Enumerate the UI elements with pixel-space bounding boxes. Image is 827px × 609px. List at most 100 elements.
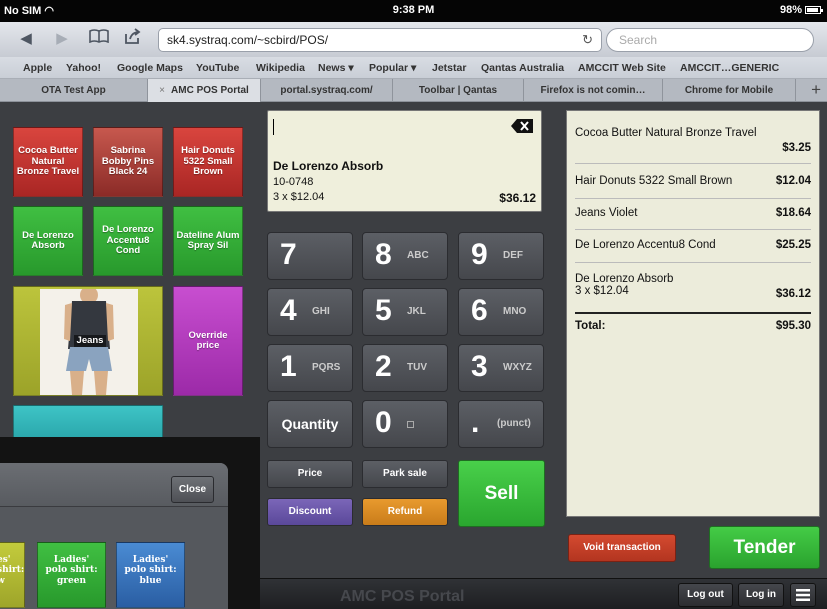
product-cocoa-butter[interactable]: Cocoa Butter Natural Bronze Travel: [13, 127, 83, 197]
bookmark-qantas[interactable]: Qantas Australia: [481, 62, 564, 74]
tab-toolbar-qantas[interactable]: Toolbar | Qantas: [393, 79, 524, 102]
bookmark-news[interactable]: News ▾: [318, 62, 354, 74]
tab-close-icon[interactable]: ×: [159, 85, 165, 96]
bookmark-wikipedia[interactable]: Wikipedia: [256, 62, 305, 74]
tab-amc-pos-portal[interactable]: × AMC POS Portal: [148, 79, 261, 102]
product-bobby-pins[interactable]: Sabrina Bobby Pins Black 24: [93, 127, 163, 197]
total-rule: [575, 312, 811, 314]
bookmark-popular[interactable]: Popular ▾: [369, 62, 416, 74]
product-de-lorenzo-absorb[interactable]: De Lorenzo Absorb: [13, 206, 83, 276]
receipt-item-name: Jeans Violet: [575, 207, 638, 219]
key-9[interactable]: 9 DEF: [458, 232, 544, 280]
key-5[interactable]: 5 JKL: [362, 288, 448, 336]
key-letters: JKL: [407, 306, 426, 317]
forward-icon[interactable]: ▶: [52, 28, 72, 50]
receipt-line[interactable]: De Lorenzo Accentu8 Cond $25.25: [575, 239, 811, 251]
bookmark-yahoo[interactable]: Yahoo!: [66, 62, 101, 74]
bookmarks-icon[interactable]: [88, 28, 110, 50]
key-letters: ABC: [407, 250, 429, 261]
status-bar: No SIM ◠ 9:38 PM 98%: [0, 0, 827, 22]
key-digit: 8: [375, 238, 392, 271]
tender-button[interactable]: Tender: [709, 526, 820, 569]
bookmark-amccit-generic[interactable]: AMCCIT…GENERIC: [680, 62, 779, 74]
clock: 9:38 PM: [392, 4, 435, 16]
refund-button[interactable]: Refund: [362, 498, 448, 526]
receipt-item-price: $18.64: [775, 207, 811, 219]
reload-icon[interactable]: ↻: [582, 32, 593, 48]
divider: [575, 262, 811, 263]
receipt-item-price: $12.04: [775, 175, 811, 187]
receipt-item-name: De Lorenzo Absorb: [575, 273, 674, 285]
receipt-item-price: $3.25: [782, 142, 811, 154]
void-transaction-button[interactable]: Void transaction: [568, 534, 676, 562]
receipt-item-name: De Lorenzo Accentu8 Cond: [575, 239, 716, 251]
url-text: sk4.systraq.com/~scbird/POS/: [167, 33, 329, 47]
tab-portal-systraq[interactable]: portal.systraq.com/: [261, 79, 393, 102]
product-hair-donuts[interactable]: Hair Donuts 5322 Small Brown: [173, 127, 243, 197]
login-button[interactable]: Log in: [738, 583, 784, 607]
receipt-panel: Cocoa Butter Natural Bronze Travel $3.25 …: [566, 110, 820, 517]
bookmark-amccit[interactable]: AMCCIT Web Site: [578, 62, 666, 74]
ipad-screen: { "status": {"carrier": "No SIM", "time"…: [0, 0, 827, 609]
search-input[interactable]: Search: [606, 28, 814, 52]
receipt-item-name: Cocoa Butter Natural Bronze Travel: [575, 127, 757, 139]
key-letters: (punct): [497, 418, 531, 429]
receipt-line[interactable]: Jeans Violet $18.64: [575, 207, 811, 219]
override-price-button[interactable]: Override price: [173, 286, 243, 396]
new-tab-icon[interactable]: +: [811, 80, 821, 100]
receipt-line[interactable]: Cocoa Butter Natural Bronze Travel $3.25: [575, 127, 811, 154]
app-brand: AMC POS Portal: [340, 588, 465, 605]
price-button[interactable]: Price: [267, 460, 353, 488]
back-icon[interactable]: ◀: [16, 28, 36, 50]
discount-button[interactable]: Discount: [267, 498, 353, 526]
popup-tile-green[interactable]: Ladies' polo shirt: green: [37, 542, 106, 608]
key-letters: DEF: [503, 250, 523, 261]
key-7[interactable]: 7: [267, 232, 353, 280]
share-icon[interactable]: [122, 28, 144, 50]
key-digit: 1: [280, 350, 297, 383]
popup-tile-yellow[interactable]: es' shirt: w: [0, 542, 25, 608]
key-2[interactable]: 2 TUV: [362, 344, 448, 392]
product-jeans[interactable]: Jeans: [13, 286, 163, 396]
quantity-button[interactable]: Quantity: [267, 400, 353, 448]
receipt-item-qty: 3 x $12.04: [575, 285, 629, 297]
tab-ota-test-app[interactable]: OTA Test App: [0, 79, 148, 102]
bookmark-youtube[interactable]: YouTube: [196, 62, 239, 74]
park-sale-button[interactable]: Park sale: [362, 460, 448, 488]
bookmark-google-maps[interactable]: Google Maps: [117, 62, 183, 74]
sell-button[interactable]: Sell: [458, 460, 545, 527]
receipt-line[interactable]: De Lorenzo Absorb 3 x $12.04 $36.12: [575, 273, 811, 300]
total-label: Total:: [575, 320, 606, 332]
key-dot[interactable]: . (punct): [458, 400, 544, 448]
product-de-lorenzo-accentu8[interactable]: De Lorenzo Accentu8 Cond: [93, 206, 163, 276]
key-digit: 9: [471, 238, 488, 271]
key-1[interactable]: 1 PQRS: [267, 344, 353, 392]
address-bar[interactable]: sk4.systraq.com/~scbird/POS/ ↻: [158, 28, 602, 52]
key-letters: WXYZ: [503, 362, 532, 373]
product-dateline-spray[interactable]: Dateline Alum Spray Sil: [173, 206, 243, 276]
bookmark-jetstar[interactable]: Jetstar: [432, 62, 466, 74]
key-digit: 7: [280, 238, 297, 271]
popup-tile-blue[interactable]: Ladies' polo shirt: blue: [116, 542, 185, 608]
key-0[interactable]: 0: [362, 400, 448, 448]
tab-bar: OTA Test App × AMC POS Portal portal.syst…: [0, 79, 827, 102]
key-4[interactable]: 4 GHI: [267, 288, 353, 336]
popup-header: Close: [0, 463, 228, 507]
menu-icon[interactable]: [790, 583, 816, 607]
receipt-line[interactable]: Hair Donuts 5322 Small Brown $12.04: [575, 175, 811, 187]
bookmark-apple[interactable]: Apple: [23, 62, 52, 74]
tab-chrome-mobile[interactable]: Chrome for Mobile: [663, 79, 796, 102]
logout-button[interactable]: Log out: [678, 583, 733, 607]
key-6[interactable]: 6 MNO: [458, 288, 544, 336]
key-digit: .: [471, 406, 480, 439]
key-letters: MNO: [503, 306, 527, 317]
key-digit: 2: [375, 350, 392, 383]
key-3[interactable]: 3 WXYZ: [458, 344, 544, 392]
tab-firefox[interactable]: Firefox is not comin…: [524, 79, 663, 102]
display-item-name: De Lorenzo Absorb: [273, 159, 384, 173]
backspace-icon[interactable]: [511, 119, 533, 133]
close-button[interactable]: Close: [171, 476, 214, 503]
key-8[interactable]: 8 ABC: [362, 232, 448, 280]
browser-toolbar: ◀ ▶ sk4.systraq.com/~scbird/POS/ ↻ Search: [0, 22, 827, 57]
divider: [575, 198, 811, 199]
